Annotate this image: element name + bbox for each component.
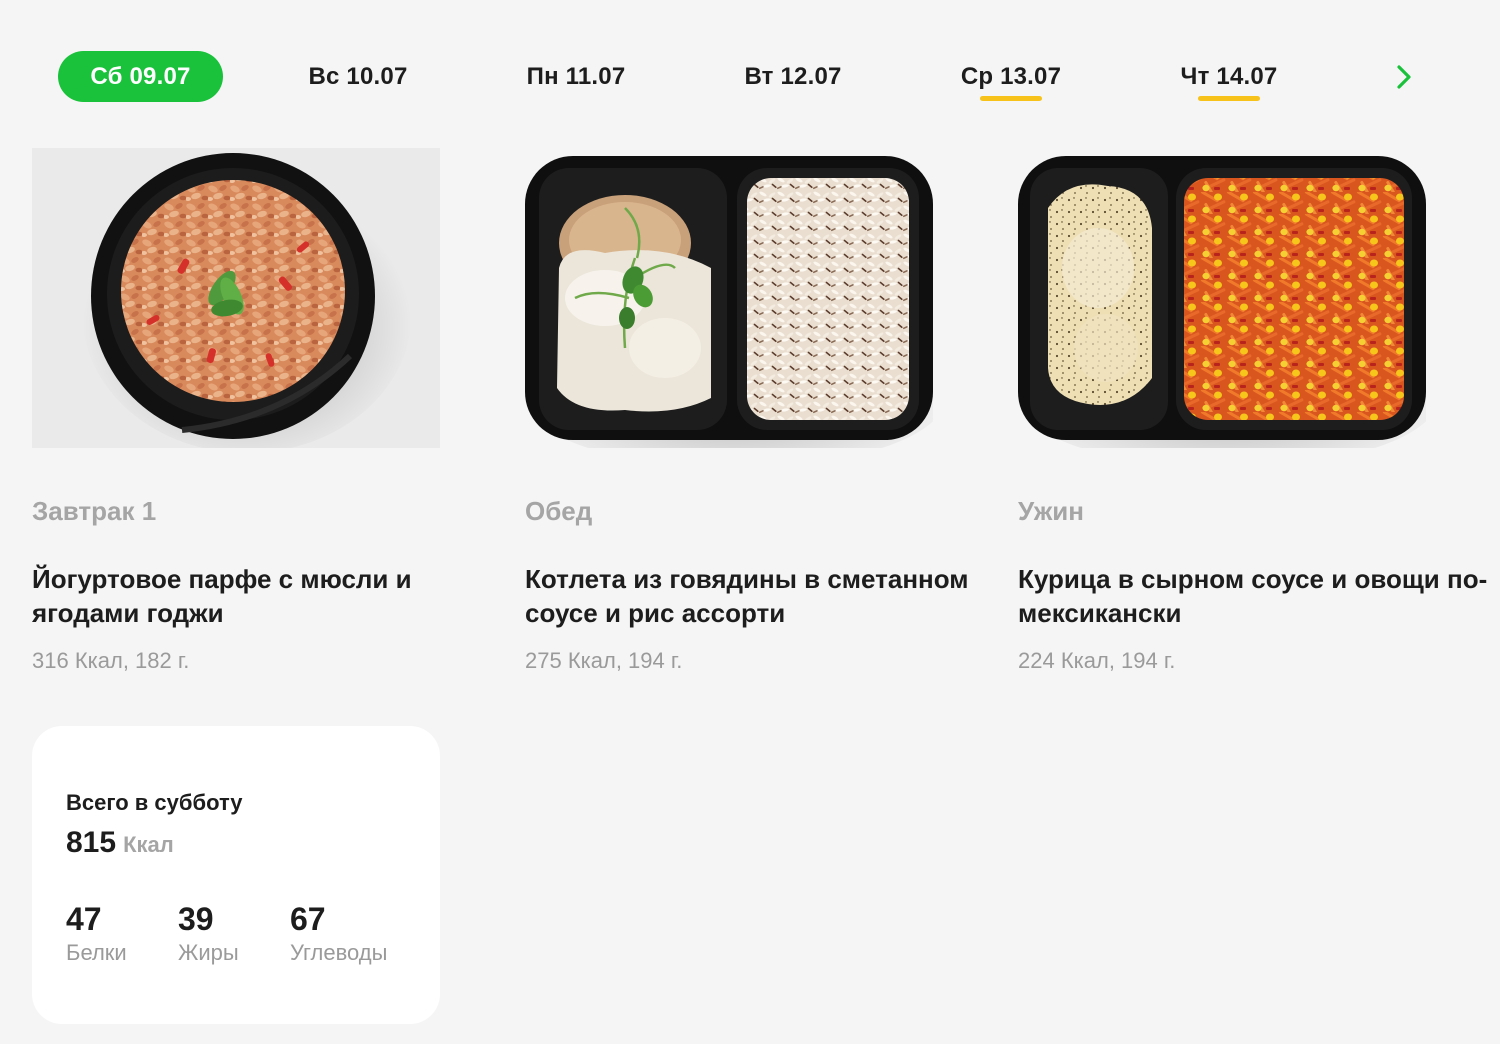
granola-bowl-photo [32,148,440,448]
day-marker [980,96,1042,101]
meal-type: Завтрак 1 [32,496,157,526]
day-tab-label: Вс 10.07 [308,62,408,90]
day-tab-thu[interactable]: Чт 14.07 [1159,51,1299,102]
chevron-right-icon [1397,65,1411,89]
meal-nutrition: 224 Ккал, 194 г. [1018,648,1176,673]
next-days-button[interactable] [1386,59,1422,95]
day-tab-label: Сб 09.07 [90,62,191,90]
macro-carbs: 67 Углеводы [290,900,387,966]
macro-label: Белки [66,940,127,965]
totals-title: Всего в субботу [66,790,243,815]
meal-name: Котлета из говядины в сметанном соусе и … [525,564,969,628]
meal-name: Курица в сырном соусе и овощи по-мексика… [1018,564,1488,628]
totals-calories: 815 Ккал [66,826,174,860]
day-tab-sat[interactable]: Сб 09.07 [58,51,223,102]
day-marker [1198,96,1260,101]
meal-nutrition: 316 Ккал, 182 г. [32,648,190,673]
day-tab-tue[interactable]: Вт 12.07 [723,51,863,102]
day-tab-label: Вт 12.07 [744,62,842,90]
day-tab-mon[interactable]: Пн 11.07 [506,51,646,102]
totals-kcal-value: 815 [66,826,117,859]
macro-value: 47 [66,901,102,937]
macro-label: Углеводы [290,940,388,965]
meal-name: Йогуртовое парфе с мюсли и ягодами годжи [32,564,412,628]
meal-nutrition: 275 Ккал, 194 г. [525,648,683,673]
meal-type: Ужин [1018,496,1084,526]
chicken-vegetables-container-photo [1018,148,1426,448]
macro-fat: 39 Жиры [178,900,239,966]
macro-value: 67 [290,901,326,937]
day-tab-sun[interactable]: Вс 10.07 [288,51,428,102]
macro-protein: 47 Белки [66,900,127,966]
daily-totals-card: Всего в субботу 815 Ккал 47 Белки 39 Жир… [32,726,440,1024]
macro-value: 39 [178,901,214,937]
day-tab-wed[interactable]: Ср 13.07 [941,51,1081,102]
day-tabs: Сб 09.07 Вс 10.07 Пн 11.07 Вт 12.07 Ср 1… [0,0,1500,130]
macro-label: Жиры [178,940,239,965]
day-tab-label: Пн 11.07 [526,62,626,90]
cutlet-rice-container-photo [525,148,933,448]
day-tab-label: Чт 14.07 [1180,62,1278,90]
day-tab-label: Ср 13.07 [960,62,1062,90]
totals-kcal-unit: Ккал [123,832,174,857]
meal-type: Обед [525,496,593,526]
